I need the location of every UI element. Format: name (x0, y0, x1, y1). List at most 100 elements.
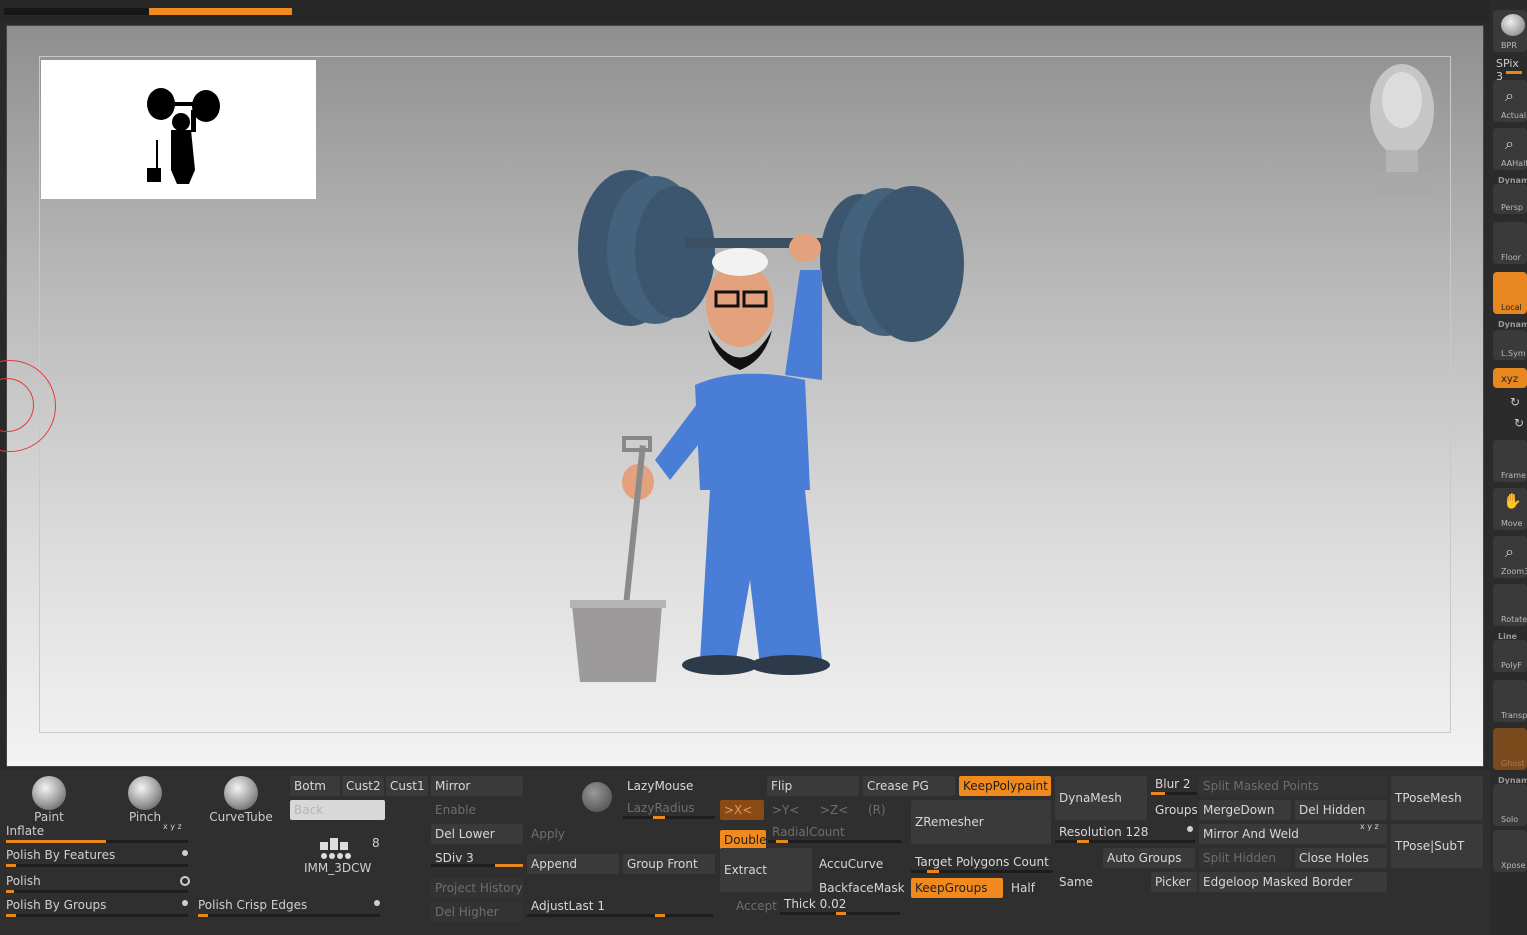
brush-curvetube[interactable]: CurveTube (206, 776, 276, 824)
view-cust1-button[interactable]: Cust1 (386, 776, 428, 796)
polish-toggle[interactable] (180, 876, 190, 886)
enable-button[interactable]: Enable (431, 800, 523, 820)
sdiv-slider[interactable] (431, 864, 523, 867)
polish-crisp-edges-slider[interactable] (198, 914, 380, 917)
polish-slider[interactable] (6, 890, 188, 893)
solo-label: Solo (1501, 815, 1519, 824)
persp-button[interactable]: Persp (1493, 184, 1527, 214)
crease-pg-button[interactable]: Crease PG (863, 776, 955, 796)
bpr-button[interactable]: BPR (1493, 10, 1527, 52)
same-button[interactable]: Same (1055, 872, 1101, 892)
extract-button[interactable]: Extract (720, 848, 812, 892)
move-button[interactable]: ✋ Move (1493, 488, 1527, 530)
view-cust2-button[interactable]: Cust2 (342, 776, 384, 796)
view-back-button[interactable]: Back (290, 800, 385, 820)
polish-by-features-knob[interactable] (182, 850, 188, 856)
flip-button[interactable]: Flip (767, 776, 859, 796)
auto-groups-button[interactable]: Auto Groups (1103, 848, 1195, 868)
split-hidden-button[interactable]: Split Hidden (1199, 848, 1291, 868)
group-front-button[interactable]: Group Front (623, 854, 715, 874)
floor-label: Floor (1501, 253, 1521, 262)
thick-slider[interactable] (780, 912, 900, 915)
keep-groups-button[interactable]: KeepGroups (911, 878, 1003, 898)
xpose-button[interactable]: Xpose (1493, 830, 1527, 872)
adjust-last-slider[interactable] (527, 914, 713, 917)
transp-button[interactable]: Transp (1493, 680, 1527, 722)
dynamesh-button[interactable]: DynaMesh (1055, 776, 1147, 820)
target-polygons-label[interactable]: Target Polygons Count 1 (911, 852, 1053, 872)
lazymouse-button[interactable]: LazyMouse (623, 776, 715, 796)
picker-button[interactable]: Picker (1151, 872, 1197, 892)
actual-button[interactable]: ⌕ Actual (1493, 80, 1527, 122)
brush-pinch[interactable]: Pinch (116, 776, 174, 824)
polish-crisp-edges-knob[interactable] (374, 900, 380, 906)
zremesher-button[interactable]: ZRemesher (911, 800, 1051, 844)
lazyradius-slider[interactable] (623, 816, 715, 819)
tpose-subt-button[interactable]: TPose|SubT (1391, 824, 1483, 868)
mirror-button[interactable]: Mirror (431, 776, 523, 796)
blur-slider[interactable] (1151, 792, 1197, 795)
rotate-button[interactable]: Rotate (1493, 584, 1527, 626)
navigation-head-gizmo[interactable] (1360, 60, 1444, 198)
inflate-slider[interactable] (6, 840, 188, 843)
append-button[interactable]: Append (527, 854, 619, 874)
resolution-knob[interactable] (1187, 826, 1193, 832)
mirror-and-weld-button[interactable]: Mirror And Weld (1199, 824, 1387, 844)
sym-x-button[interactable]: >X< (720, 800, 764, 820)
radial-count-slider[interactable] (768, 840, 902, 843)
ghost-button[interactable]: Ghost (1493, 728, 1527, 770)
apply-button[interactable]: Apply (527, 824, 619, 844)
radial-count-label[interactable]: RadialCount (768, 822, 902, 842)
sym-r-button[interactable]: (R) (864, 800, 908, 820)
del-higher-button[interactable]: Del Higher (431, 902, 523, 922)
resolution-slider[interactable] (1055, 840, 1195, 843)
xyz-button[interactable]: xyz (1493, 368, 1527, 388)
mirror-weld-axes[interactable]: x y z (1360, 822, 1379, 831)
solo-button[interactable]: Solo (1493, 784, 1527, 826)
split-masked-points-button[interactable]: Split Masked Points (1199, 776, 1387, 796)
accept-button[interactable]: Accept (732, 896, 780, 916)
brush-paint[interactable]: Paint (20, 776, 78, 824)
polish-by-groups-knob[interactable] (182, 900, 188, 906)
move-label: Move (1501, 519, 1523, 528)
project-history-button[interactable]: Project History (431, 878, 523, 898)
floor-button[interactable]: Floor (1493, 222, 1527, 264)
groups-button[interactable]: Groups (1151, 800, 1197, 820)
imm-brush-icon[interactable] (318, 836, 354, 860)
sym-y-button[interactable]: >Y< (768, 800, 812, 820)
half-button[interactable]: Half (1007, 878, 1053, 898)
polyf-button[interactable]: PolyF (1493, 640, 1527, 672)
adjust-last-label[interactable]: AdjustLast 1 (527, 896, 713, 916)
lsym-button[interactable]: L.Sym (1493, 330, 1527, 360)
accucurve-button[interactable]: AccuCurve (815, 854, 907, 874)
del-lower-button[interactable]: Del Lower (431, 824, 523, 844)
merge-down-button[interactable]: MergeDown (1199, 800, 1291, 820)
frame-button[interactable]: Frame (1493, 440, 1527, 482)
thick-label[interactable]: Thick 0.02 (780, 894, 900, 914)
tposemesh-button[interactable]: TPoseMesh (1391, 776, 1483, 820)
blur-label[interactable]: Blur 2 (1151, 774, 1197, 794)
aahalf-button[interactable]: ⌕ AAHalf (1493, 128, 1527, 170)
view-botm-button[interactable]: Botm (290, 776, 340, 796)
inflate-axes[interactable]: x y z (163, 822, 182, 831)
polish-by-features-slider[interactable] (6, 864, 188, 867)
polish-by-groups-slider[interactable] (6, 914, 188, 917)
resolution-label[interactable]: Resolution 128 (1055, 822, 1195, 842)
sculpt-model[interactable] (560, 160, 980, 690)
edgeloop-masked-border-button[interactable]: Edgeloop Masked Border (1199, 872, 1387, 892)
spix-slider[interactable] (1506, 71, 1522, 74)
frame-label: Frame (1501, 471, 1526, 480)
rotate-z-icon[interactable]: ↻ (1514, 416, 1524, 430)
rotate-y-icon[interactable]: ↻ (1510, 395, 1520, 409)
target-polygons-slider[interactable] (911, 870, 1053, 873)
brush-curvetube-label: CurveTube (209, 810, 273, 824)
lazymouse-icon[interactable] (582, 782, 612, 812)
lazyradius-label[interactable]: LazyRadius (623, 798, 715, 818)
del-hidden-button[interactable]: Del Hidden (1295, 800, 1387, 820)
local-button[interactable]: Local (1493, 272, 1527, 314)
double-button[interactable]: Double (720, 830, 766, 850)
close-holes-button[interactable]: Close Holes (1295, 848, 1387, 868)
zoom3d-button[interactable]: ⌕ Zoom3D (1493, 536, 1527, 578)
keep-polypaint-button[interactable]: KeepPolypaint (959, 776, 1051, 796)
sym-z-button[interactable]: >Z< (816, 800, 860, 820)
